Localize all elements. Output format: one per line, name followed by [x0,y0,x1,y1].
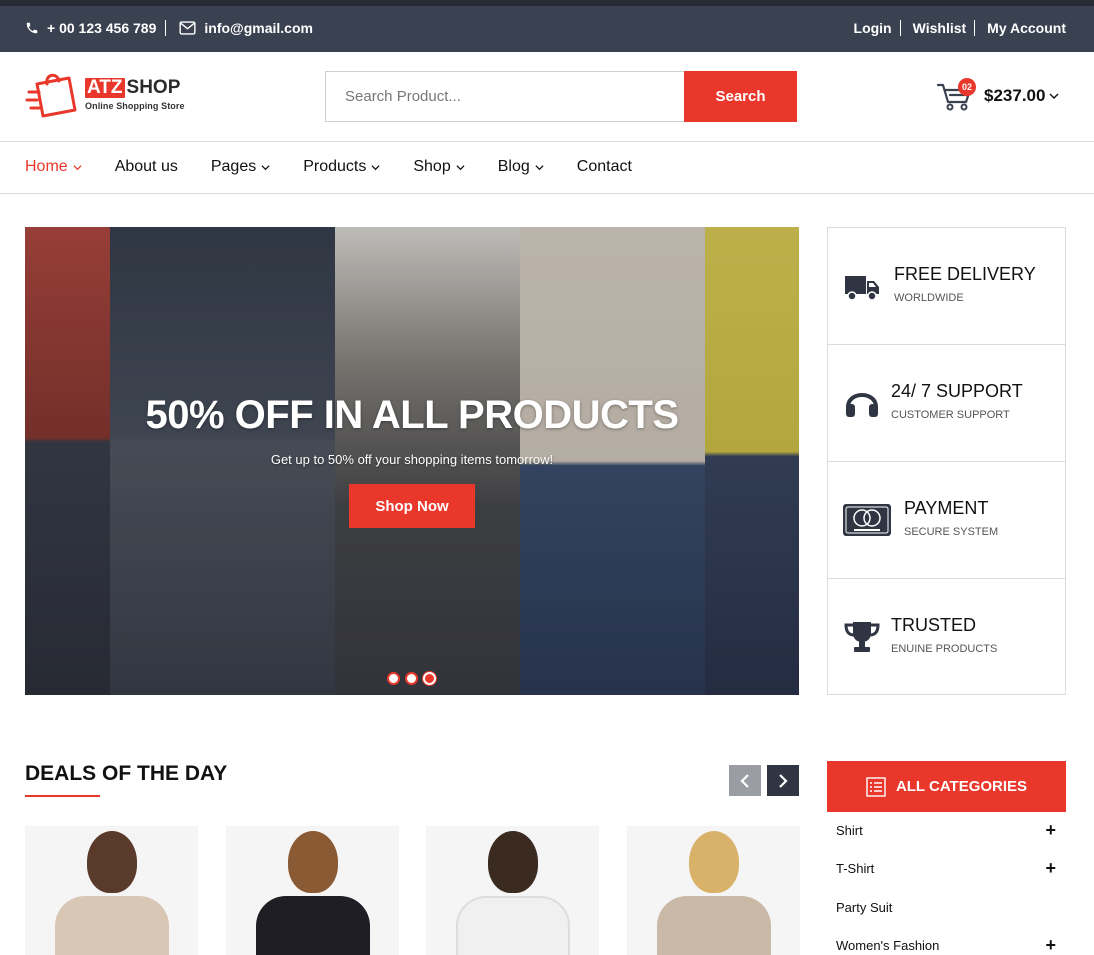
search-bar: Search [325,71,797,122]
plus-icon[interactable]: + [1045,936,1056,954]
cart-summary[interactable]: 02 $237.00 [936,78,1059,112]
wishlist-link[interactable]: Wishlist [913,20,967,36]
feature-title: FREE DELIVERY [894,264,1036,284]
chevron-down-icon [73,164,82,170]
feature-title: TRUSTED [891,615,976,635]
category-item-t-shirt[interactable]: T-Shirt + [836,859,1056,877]
feature-subtitle: WORLDWIDE [894,292,964,304]
credit-card-icon [843,504,891,536]
category-item-shirt[interactable]: Shirt + [836,821,1056,839]
product-card-image[interactable] [25,826,198,955]
truck-icon [845,276,879,301]
login-link[interactable]: Login [854,20,892,36]
top-bar: + 00 123 456 789 info@gmail.com Login Wi… [0,0,1094,52]
search-input[interactable] [325,71,685,122]
feature-subtitle: ENUINE PRODUCTS [891,643,998,655]
features-panel: FREE DELIVERY WORLDWIDE 24/ 7 SUPPORT CU… [827,227,1066,695]
title-underline [25,795,100,797]
nav-item-blog[interactable]: Blog [498,158,544,176]
chevron-left-icon [740,773,749,788]
nav-item-products[interactable]: Products [303,158,380,176]
search-button[interactable]: Search [684,71,797,122]
category-item-womens-fashion[interactable]: Women's Fashion + [836,936,1056,954]
all-categories-header[interactable]: ALL CATEGORIES [827,761,1066,812]
nav-item-home[interactable]: Home [25,158,82,176]
banner-title: 50% OFF IN ALL PRODUCTS [145,393,680,437]
deals-prev-button[interactable] [729,765,761,796]
headset-icon [846,393,878,417]
plus-icon[interactable]: + [1045,859,1056,877]
deals-section-title: DEALS OF THE DAY [25,762,228,785]
categories-title: ALL CATEGORIES [895,778,1028,795]
hero-banner: 50% OFF IN ALL PRODUCTS Get up to 50% of… [25,227,799,695]
slider-dots [387,672,441,685]
feature-subtitle: SECURE SYSTEM [904,526,999,538]
site-logo[interactable]: ATZ SHOP Online Shopping Store [25,70,185,124]
logo-name: SHOP [126,77,181,98]
main-navigation: Home About us Pages Products Shop Blog C… [0,142,1094,194]
feature-free-delivery: FREE DELIVERY WORLDWIDE [828,228,1065,345]
product-card-image[interactable] [426,826,599,955]
phone-icon [26,22,38,34]
logo-tagline: Online Shopping Store [85,101,185,111]
my-account-link[interactable]: My Account [987,20,1066,36]
phone-number: + 00 123 456 789 [47,20,157,36]
feature-payment: PAYMENT SECURE SYSTEM [828,462,1065,579]
slider-dot-1[interactable] [387,672,400,685]
shop-now-button[interactable]: Shop Now [349,484,475,528]
slider-dot-3[interactable] [423,672,436,685]
feature-title: PAYMENT [904,498,989,518]
site-header: ATZ SHOP Online Shopping Store Search 02… [0,52,1094,142]
feature-subtitle: CUSTOMER SUPPORT [891,409,1010,421]
product-card-image[interactable] [226,826,399,955]
chevron-down-icon [535,164,544,170]
feature-trusted: TRUSTED ENUINE PRODUCTS [828,579,1065,696]
categories-panel: ALL CATEGORIES Shirt + T-Shirt + Party S… [827,761,1066,955]
nav-item-about-us[interactable]: About us [115,158,178,176]
feature-title: 24/ 7 SUPPORT [891,381,1023,401]
chevron-down-icon [371,164,380,170]
banner-subtitle: Get up to 50% off your shopping items to… [270,452,554,467]
chevron-down-icon [456,164,465,170]
chevron-down-icon [1049,93,1059,99]
product-card-image[interactable] [627,826,800,955]
chevron-down-icon [261,164,270,170]
email-address: info@gmail.com [204,20,313,36]
logo-highlight: ATZ [85,77,125,98]
nav-item-pages[interactable]: Pages [211,158,270,176]
nav-item-contact[interactable]: Contact [577,158,632,176]
phone-contact[interactable]: + 00 123 456 789 [25,20,156,36]
category-item-party-suit[interactable]: Party Suit [836,900,1056,915]
slider-dot-2[interactable] [405,672,418,685]
cart-count-badge: 02 [958,78,976,96]
envelope-icon [179,21,196,35]
email-contact[interactable]: info@gmail.com [179,20,313,36]
nav-item-shop[interactable]: Shop [413,158,465,176]
plus-icon[interactable]: + [1045,821,1056,839]
feature-support: 24/ 7 SUPPORT CUSTOMER SUPPORT [828,345,1065,462]
list-icon [866,776,886,797]
chevron-right-icon [779,773,788,788]
cart-total: $237.00 [984,86,1046,105]
cart-icon: 02 [936,78,976,112]
shopping-bag-logo-icon [25,73,77,118]
trophy-icon [844,622,880,652]
deals-next-button[interactable] [767,765,799,796]
